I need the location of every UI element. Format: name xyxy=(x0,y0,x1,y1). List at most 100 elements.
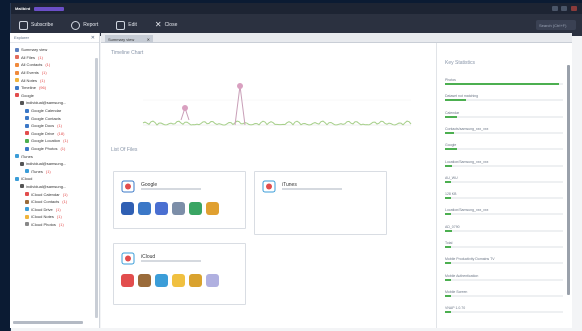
edit-label: Edit xyxy=(128,22,137,28)
photos-icon[interactable] xyxy=(206,202,219,215)
sidebar-item-label: Google Contacts xyxy=(31,115,61,121)
notes-icon[interactable] xyxy=(172,274,185,287)
chart-spike-line-2 xyxy=(234,85,246,126)
sidebar-item-label: iTunes xyxy=(31,168,43,174)
sidebar-item[interactable]: iCloud Photos (1) xyxy=(10,221,99,229)
sidebar-item[interactable]: All Contacts (1) xyxy=(10,61,99,69)
stats-scrollbar[interactable] xyxy=(567,65,570,295)
stat-row: Photos xyxy=(445,78,563,85)
sidebar-item[interactable]: All Files (1) xyxy=(10,54,99,62)
sidebar-item-label: All Files xyxy=(21,54,36,60)
sidebar-item[interactable]: Google Contacts xyxy=(10,114,99,122)
account-email xyxy=(282,188,342,190)
sidebar-item-count: (1) xyxy=(58,221,64,227)
sidebar-item-count: (1) xyxy=(38,54,43,60)
tree-node-icon xyxy=(15,93,19,98)
stat-label: Dataset not matching xyxy=(445,94,479,99)
tree-node-icon xyxy=(25,207,29,212)
files-title: List Of Files xyxy=(111,147,138,153)
sidebar-item[interactable]: Google Calendar xyxy=(10,107,99,115)
subscribe-icon xyxy=(19,20,28,30)
stat-label: Location/Samsung_xxx_xxx xyxy=(445,208,489,213)
account-card-google[interactable]: Google xyxy=(113,171,246,229)
stat-bar-fill xyxy=(445,131,455,134)
stat-label: VNAP 1.0.70 xyxy=(445,306,466,311)
sidebar-item[interactable]: Google xyxy=(10,92,99,100)
sidebar-item[interactable]: iCloud Drive (1) xyxy=(10,205,99,213)
stat-label: Mobile Authentication xyxy=(445,273,479,278)
report-button[interactable]: Report xyxy=(71,20,98,30)
sidebar-item[interactable]: All Notes (1) xyxy=(10,76,99,84)
stat-bar-fill xyxy=(445,311,451,314)
sidebar-item-label: iTunes xyxy=(21,153,33,159)
sidebar-item[interactable]: Google Location (1) xyxy=(10,137,99,145)
sidebar-item[interactable]: Timeline (96) xyxy=(10,84,99,92)
sidebar-item-label: Google Calendar xyxy=(31,108,62,114)
account-card-itunes[interactable]: iTunes xyxy=(254,171,387,235)
sidebar-item[interactable]: individual@samsung... xyxy=(10,183,99,191)
date-icon[interactable] xyxy=(138,202,151,215)
sidebar-item-count: (1) xyxy=(45,62,51,68)
drive-icon[interactable] xyxy=(155,274,168,287)
pin-icon[interactable]: ✕ xyxy=(91,35,95,41)
sidebar-item[interactable]: iCloud xyxy=(10,175,99,183)
tree-node-icon xyxy=(15,78,19,83)
sidebar-item[interactable]: iCloud Calendar (1) xyxy=(10,190,99,198)
sidebar-item-count: (1) xyxy=(56,214,62,220)
close-button[interactable]: ✕ Close xyxy=(155,21,178,29)
search-input[interactable]: Search (Ctrl+F) xyxy=(536,20,576,30)
contacts-icon[interactable] xyxy=(138,274,151,287)
location-icon[interactable] xyxy=(206,274,219,287)
close-icon[interactable] xyxy=(571,6,577,11)
key-statistics-panel: Key Statistics Photos Dataset not matchin… xyxy=(436,43,572,328)
location-icon[interactable] xyxy=(189,202,202,215)
photos-icon[interactable] xyxy=(189,274,202,287)
sidebar-item[interactable]: Summary view xyxy=(10,46,99,54)
minimize-icon[interactable] xyxy=(552,6,558,11)
sidebar-item[interactable]: Google Docs (1) xyxy=(10,122,99,130)
sidebar-item[interactable]: iTunes (1) xyxy=(10,168,99,176)
sidebar-item-count: (1) xyxy=(57,123,63,129)
stat-bar-fill xyxy=(445,115,457,118)
sidebar-item-label: individual@samsung... xyxy=(26,183,67,189)
explorer-tree: Summary view All Files (1) All Contacts (1) A… xyxy=(10,43,99,228)
sidebar-item[interactable]: All Events (1) xyxy=(10,69,99,77)
tab-close-icon[interactable]: ✕ xyxy=(147,37,150,42)
calendar-icon[interactable] xyxy=(121,202,134,215)
drive-icon[interactable] xyxy=(172,202,185,215)
sidebar-item[interactable]: iTunes xyxy=(10,152,99,160)
subscribe-button[interactable]: Subscribe xyxy=(19,20,53,30)
stat-bar-fill xyxy=(445,197,451,200)
sidebar-h-scrollbar[interactable] xyxy=(13,321,83,324)
sidebar-item[interactable]: Google Drive (18) xyxy=(10,130,99,138)
calendar-icon[interactable] xyxy=(121,274,134,287)
edit-button[interactable]: Edit xyxy=(116,20,137,30)
sidebar-item-label: Google Docs xyxy=(31,123,55,129)
sidebar-item[interactable]: Google Photos (1) xyxy=(10,145,99,153)
sidebar-item[interactable]: iCloud Contacts (1) xyxy=(10,198,99,206)
close-x-icon: ✕ xyxy=(154,20,162,29)
timeline-chart xyxy=(142,83,412,126)
stat-row: Calendar xyxy=(445,111,563,118)
sidebar-item[interactable]: individual@samsung... xyxy=(10,160,99,168)
tree-node-icon xyxy=(25,131,29,136)
stat-row: Contacts/samsung_xxx_xxx xyxy=(445,127,563,134)
sidebar-item-count: (18) xyxy=(57,130,65,136)
stat-bar-fill xyxy=(445,148,457,151)
report-icon xyxy=(71,20,81,30)
sidebar-item[interactable]: iCloud Notes (1) xyxy=(10,213,99,221)
sidebar-item-count: (1) xyxy=(63,138,69,144)
docs-icon[interactable] xyxy=(155,202,168,215)
stat-bar-fill xyxy=(445,83,560,85)
sidebar-item-label: Google Drive xyxy=(31,130,55,136)
stats-title: Key Statistics xyxy=(445,60,476,66)
chart-activity-series xyxy=(142,120,412,126)
sidebar-item[interactable]: individual@samsung... xyxy=(10,99,99,107)
sidebar-header: Explorer ✕ xyxy=(10,33,99,43)
close-label: Close xyxy=(164,22,178,28)
sidebar-scrollbar[interactable] xyxy=(95,58,98,318)
account-card-icloud[interactable]: iCloud xyxy=(113,243,246,305)
sidebar-item-count: (1) xyxy=(62,199,68,205)
chart-activity-line xyxy=(142,120,412,126)
maximize-icon[interactable] xyxy=(561,6,567,11)
